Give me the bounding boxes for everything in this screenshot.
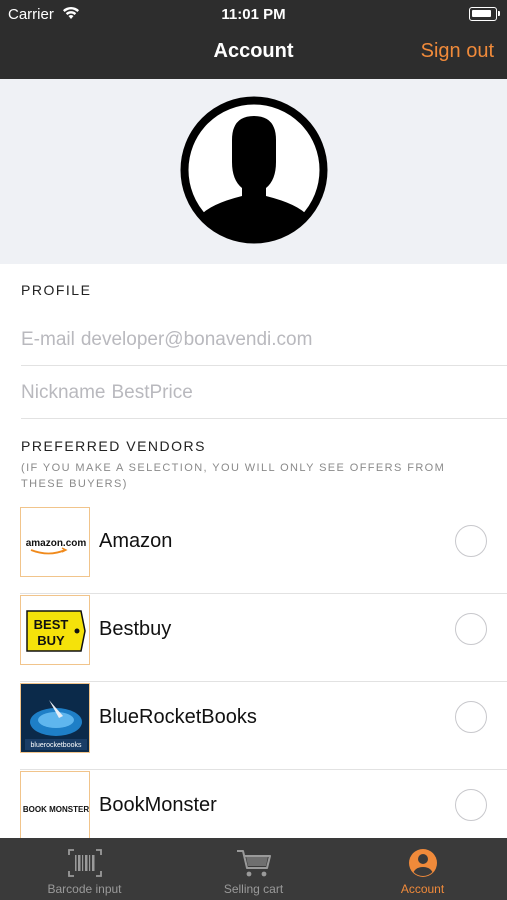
tab-barcode-input[interactable]: Barcode input	[0, 838, 169, 900]
profile-section-header: PROFILE	[21, 282, 92, 298]
vendor-name: BlueRocketBooks	[99, 706, 257, 728]
navigation-bar: Carrier 11:01 PM Account Sign out	[0, 0, 507, 79]
email-value: developer@bonavendi.com	[80, 329, 313, 350]
bookmonster-logo: BOOK MONSTER	[20, 771, 90, 841]
nickname-value: BestPrice	[111, 382, 193, 403]
bestbuy-logo-text: BEST	[34, 617, 69, 632]
vendor-row-amazon[interactable]: amazon.com Amazon	[20, 506, 507, 594]
sign-out-button[interactable]: Sign out	[421, 40, 494, 63]
nickname-label: Nickname	[21, 382, 106, 403]
status-bar: Carrier 11:01 PM	[0, 0, 507, 30]
vendor-radio-bookmonster[interactable]	[455, 789, 487, 821]
email-label: E-mail	[21, 329, 75, 350]
tab-account[interactable]: Account	[338, 838, 507, 900]
vendor-radio-bluerocketbooks[interactable]	[455, 701, 487, 733]
bluerocketbooks-logo-text: bluerocketbooks	[31, 742, 82, 749]
bestbuy-logo-text-2: BUY	[37, 633, 65, 648]
vendor-name: Amazon	[99, 530, 173, 552]
vendor-radio-amazon[interactable]	[455, 525, 487, 557]
vendor-radio-bestbuy[interactable]	[455, 613, 487, 645]
cart-icon	[237, 850, 271, 877]
bluerocketbooks-logo: bluerocketbooks	[20, 683, 90, 753]
tab-bar: Barcode input Selling cart Account	[0, 838, 507, 900]
email-field[interactable]: E-mail developer@bonavendi.com	[21, 313, 507, 366]
vendor-row-bestbuy[interactable]: BEST BUY Bestbuy	[20, 594, 507, 682]
amazon-logo-image: amazon.com	[21, 508, 89, 576]
amazon-logo: amazon.com	[20, 507, 90, 577]
account-icon	[409, 849, 437, 877]
bestbuy-logo: BEST BUY	[20, 595, 90, 665]
vendor-name: BookMonster	[99, 794, 217, 816]
bookmonster-logo-text: BOOK MONSTER	[23, 805, 89, 814]
vendor-name: Bestbuy	[99, 618, 172, 640]
bookmonster-logo-image: BOOK MONSTER	[21, 772, 89, 840]
tab-selling-cart[interactable]: Selling cart	[169, 838, 338, 900]
avatar-icon[interactable]	[180, 96, 328, 244]
battery-icon	[469, 7, 500, 21]
avatar-header	[0, 79, 507, 264]
bestbuy-logo-image: BEST BUY	[21, 596, 89, 664]
tab-label: Account	[400, 882, 445, 896]
amazon-logo-text: amazon.com	[26, 538, 87, 549]
bluerocketbooks-logo-image: bluerocketbooks	[21, 684, 89, 752]
vendors-section-header: PREFERRED VENDORS	[21, 438, 206, 454]
vendors-section-note: (IF YOU MAKE A SELECTION, YOU WILL ONLY …	[21, 462, 446, 490]
tab-label: Barcode input	[47, 882, 122, 896]
vendor-row-bluerocketbooks[interactable]: bluerocketbooks BlueRocketBooks	[20, 682, 507, 770]
barcode-icon	[68, 849, 102, 877]
tab-label: Selling cart	[223, 882, 284, 896]
nickname-field[interactable]: Nickname BestPrice	[21, 366, 507, 419]
status-time: 11:01 PM	[221, 6, 286, 23]
